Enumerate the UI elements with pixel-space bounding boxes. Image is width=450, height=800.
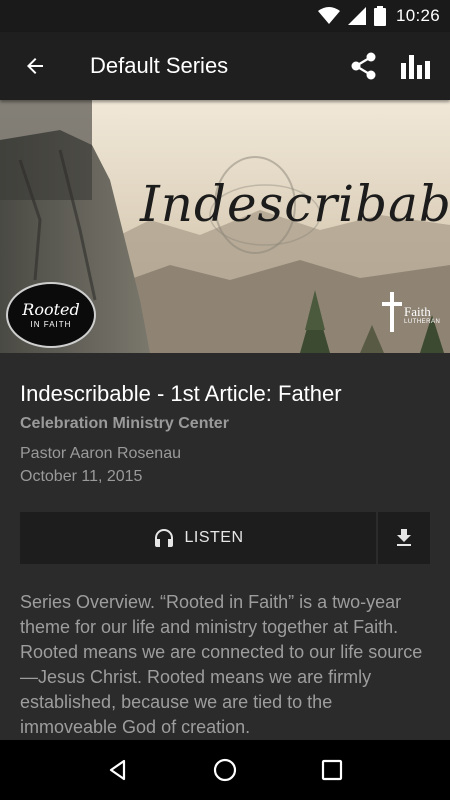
listen-label: LISTEN (184, 529, 244, 546)
sermon-title: Indescribable - 1st Article: Father (20, 381, 342, 406)
listen-button[interactable]: LISTEN (20, 512, 378, 564)
app-bar: Default Series (0, 32, 450, 100)
sermon-speaker: Pastor Aaron Rosenau (20, 445, 181, 462)
system-nav-bar (0, 740, 450, 800)
series-overview: Series Overview. “Rooted in Faith” is a … (20, 592, 423, 737)
nav-home-button[interactable] (200, 745, 250, 795)
sermon-date: October 11, 2015 (20, 468, 143, 485)
share-icon (351, 52, 376, 80)
cross-icon (382, 292, 402, 332)
battery-icon (373, 6, 386, 26)
download-button[interactable] (378, 512, 430, 564)
rooted-logo-line2: IN FAITH (30, 319, 72, 329)
banner-title: Indescribable (140, 175, 450, 233)
sermon-details: Indescribable - 1st Article: Father Cele… (0, 353, 450, 740)
media-actions: LISTEN (20, 512, 430, 564)
recents-square-icon (321, 759, 342, 781)
stats-button[interactable] (390, 32, 442, 100)
wifi-icon (317, 7, 340, 25)
nav-back-button[interactable] (93, 745, 143, 795)
faith-logo-sub: LUTHERAN (404, 319, 441, 325)
share-button[interactable] (338, 32, 390, 100)
status-time: 10:26 (395, 6, 440, 25)
signal-icon (347, 7, 366, 25)
sermon-location: Celebration Ministry Center (20, 415, 229, 432)
bar-chart-icon (401, 55, 430, 79)
screen: 10:26 Default Series Indescribab Rooted … (0, 0, 450, 800)
arrow-back-icon (27, 58, 43, 74)
back-button[interactable] (0, 32, 70, 100)
home-circle-icon (213, 758, 237, 782)
download-icon (397, 529, 411, 546)
rooted-in-faith-logo: Rooted IN FAITH (6, 282, 96, 348)
rooted-logo-line1: Rooted (22, 299, 80, 319)
page-title: Default Series (90, 53, 229, 78)
faith-lutheran-logo: Faith LUTHERAN (382, 292, 442, 332)
headphones-icon (155, 529, 174, 547)
nav-recents-button[interactable] (307, 745, 357, 795)
faith-logo-name: Faith (404, 304, 431, 319)
status-bar: 10:26 (0, 0, 450, 32)
series-banner: Indescribable Rooted IN FAITH Faith LUTH… (0, 100, 450, 353)
back-triangle-icon (110, 759, 126, 781)
